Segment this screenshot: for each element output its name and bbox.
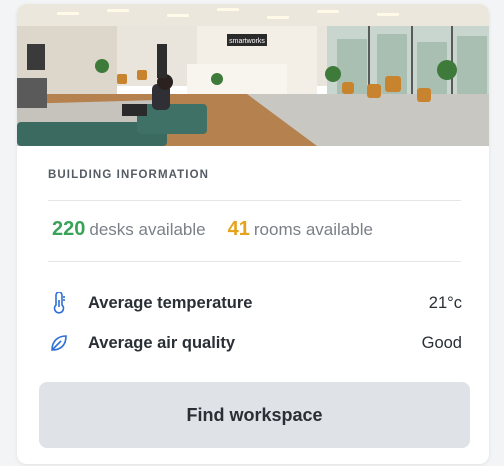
temperature-label: Average temperature [88, 293, 253, 312]
temperature-row: Average temperature 21°c [48, 291, 462, 315]
thermometer-icon [48, 291, 70, 315]
air-quality-row: Average air quality Good [48, 331, 462, 355]
desks-label: desks available [89, 220, 206, 239]
building-card: smartworks BUILDING INFORMATION 220 desk… [17, 4, 489, 464]
rooms-count: 41 [227, 218, 250, 240]
availability-stats: 220 desks available 41 rooms available [52, 218, 373, 241]
air-quality-label: Average air quality [88, 333, 236, 352]
office-photo: smartworks [17, 4, 489, 146]
leaf-icon [48, 331, 70, 355]
sign-text: smartworks [229, 38, 265, 45]
divider [48, 261, 461, 262]
rooms-label: rooms available [253, 220, 373, 239]
air-quality-value: Good [421, 333, 462, 352]
temperature-value: 21°c [428, 293, 462, 312]
desks-count: 220 [52, 218, 86, 240]
divider [48, 200, 461, 201]
find-workspace-button[interactable]: Find workspace [39, 382, 470, 448]
section-heading: BUILDING INFORMATION [48, 169, 210, 181]
